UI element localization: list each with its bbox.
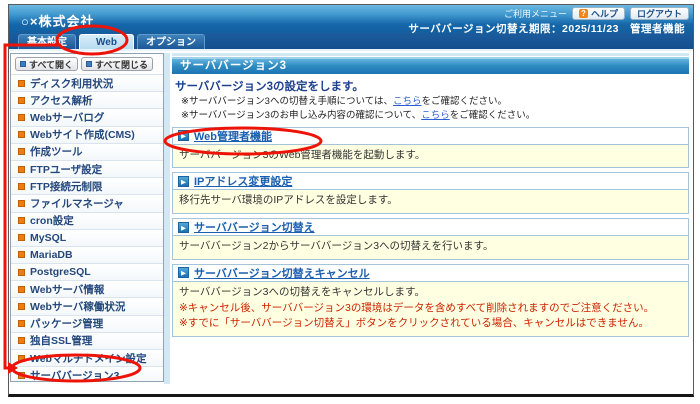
sidebar-item-package-management[interactable]: パッケージ管理 <box>11 314 163 332</box>
kochira-link-2[interactable]: こちら <box>421 110 450 121</box>
sidebar-item-web-server-log[interactable]: Webサーバログ <box>11 108 163 126</box>
version-switch-desc: サーババージョン2からサーババージョン3への切替えを行います。 <box>173 235 688 259</box>
tab-options[interactable]: オプション <box>137 34 205 49</box>
bullet-icon <box>18 217 25 225</box>
section-arrow-icon: ▶ <box>178 130 189 142</box>
main-top-strip <box>172 53 689 56</box>
sidebar-item-website-cms[interactable]: Webサイト作成(CMS) <box>11 125 163 143</box>
banner-utilities: ご利用メニュー ? ヘルプ ログアウト サーババージョン切替え期限：2025/1… <box>408 6 689 36</box>
help-button[interactable]: ? ヘルプ <box>571 6 625 20</box>
web-admin-desc: サーババージョン3のWeb管理者機能を起動します。 <box>173 143 688 168</box>
sidebar-item-web-server-info[interactable]: Webサーバ情報 <box>11 280 163 298</box>
content-area: すべて開く すべて閉じる ディスク利用状況 アクセス解析 Webサーバログ We… <box>9 51 693 394</box>
collapse-all-button[interactable]: すべて閉じる <box>81 57 154 71</box>
kochira-link-1[interactable]: こちら <box>393 96 422 107</box>
section-version-switch: ▶ サーババージョン切替え サーババージョン2からサーババージョン3への切替えを… <box>172 218 689 260</box>
bullet-icon <box>18 131 25 139</box>
ip-change-link[interactable]: IPアドレス変更設定 <box>194 173 292 189</box>
bullet-icon <box>18 285 25 293</box>
expand-all-button[interactable]: すべて開く <box>15 57 79 71</box>
sidebar-item-web-server-status[interactable]: Webサーバ稼働状況 <box>11 297 163 315</box>
expand-all-label: すべて開く <box>29 59 74 70</box>
sidebar: すべて開く すべて閉じる ディスク利用状況 アクセス解析 Webサーバログ We… <box>10 53 164 382</box>
expand-icon <box>20 61 26 67</box>
bullet-icon <box>18 148 25 156</box>
sidebar-item-mysql[interactable]: MySQL <box>11 228 163 246</box>
sidebar-item-ftp-user[interactable]: FTPユーザ設定 <box>11 159 163 178</box>
page-title: サーババージョン3 <box>172 57 689 74</box>
section-web-admin: ▶ Web管理者機能 サーババージョン3のWeb管理者機能を起動します。 <box>172 126 689 169</box>
sidebar-controls: すべて開く すべて閉じる <box>11 54 163 74</box>
app-window: ○×株式会社 ご利用メニュー ? ヘルプ ログアウト サーババージョン切替え期限… <box>8 4 694 397</box>
bullet-icon <box>18 320 25 328</box>
section-arrow-icon: ▶ <box>178 175 189 187</box>
bullet-icon <box>18 96 25 104</box>
main-panel: サーババージョン3 サーババージョン3の設定をします。 ※サーババージョン3への… <box>170 51 693 394</box>
bullet-icon <box>18 234 25 242</box>
section-arrow-icon: ▶ <box>178 221 189 233</box>
bullet-icon <box>18 199 25 207</box>
bullet-icon <box>18 251 25 259</box>
bullet-icon <box>18 337 25 345</box>
version-deadline-text: サーババージョン切替え期限：2025/11/23 管理者機能 <box>408 23 685 35</box>
version-switch-link[interactable]: サーババージョン切替え <box>194 219 315 235</box>
bullet-icon <box>18 79 25 87</box>
bullet-icon <box>18 113 25 121</box>
cancel-warning-1: ※キャンセル後、サーババージョン3の環境はデータを含めすべて削除されますのでご注… <box>179 301 655 314</box>
web-admin-link[interactable]: Web管理者機能 <box>194 128 272 144</box>
switch-cancel-desc: サーババージョン3への切替えをキャンセルします。 ※キャンセル後、サーババージョ… <box>173 280 688 337</box>
sidebar-item-file-manager[interactable]: ファイルマネージャ <box>11 194 163 212</box>
collapse-icon <box>86 61 93 67</box>
sidebar-item-cron[interactable]: cron設定 <box>11 211 163 229</box>
sidebar-item-multidomain[interactable]: Webマルチドメイン設定 <box>11 349 163 367</box>
sidebar-item-creation-tools[interactable]: 作成ツール <box>11 142 163 160</box>
bullet-icon <box>18 268 25 276</box>
cancel-warning-2: ※すでに「サーババージョン切替え」ボタンをクリックされている場合、キャンセルはで… <box>179 317 649 330</box>
logout-button[interactable]: ログアウト <box>629 6 689 20</box>
help-button-label: ヘルプ <box>590 8 618 19</box>
note-switch-procedure: ※サーババージョン3への切替え手順については、こちらをご確認ください。 <box>181 96 508 107</box>
company-logo: ○×株式会社 <box>21 14 95 29</box>
section-arrow-icon: ▶ <box>178 267 189 279</box>
section-ip-change: ▶ IPアドレス変更設定 移行先サーバ環境のIPアドレスを設定します。 <box>172 172 689 215</box>
sidebar-item-ssl-management[interactable]: 独自SSL管理 <box>11 331 163 349</box>
help-icon: ? <box>578 8 588 18</box>
bullet-icon <box>18 182 25 190</box>
bullet-icon <box>18 303 25 311</box>
sidebar-item-ftp-restriction[interactable]: FTP接続元制限 <box>11 177 163 195</box>
collapse-all-label: すべて閉じる <box>95 59 149 70</box>
sidebar-item-server-version3[interactable]: サーババージョン3 <box>11 366 163 381</box>
sidebar-item-postgresql[interactable]: PostgreSQL <box>11 263 163 281</box>
sidebar-item-access-analysis[interactable]: アクセス解析 <box>11 91 163 109</box>
page-intro: サーババージョン3の設定をします。 <box>175 81 364 93</box>
top-banner: ○×株式会社 ご利用メニュー ? ヘルプ ログアウト サーババージョン切替え期限… <box>9 5 693 36</box>
note-application-confirm: ※サーババージョン3のお申し込み内容の確認について、こちらをご確認ください。 <box>181 109 536 121</box>
tab-web[interactable]: Web <box>79 34 134 49</box>
sidebar-item-mariadb[interactable]: MariaDB <box>11 245 163 264</box>
switch-cancel-link[interactable]: サーババージョン切替えキャンセル <box>194 265 370 281</box>
usage-menu-link[interactable]: ご利用メニュー <box>504 7 567 20</box>
bullet-icon <box>18 371 25 379</box>
bullet-icon <box>18 354 25 362</box>
bullet-icon <box>18 165 25 173</box>
ip-change-desc: 移行先サーバ環境のIPアドレスを設定します。 <box>173 189 688 214</box>
section-switch-cancel: ▶ サーババージョン切替えキャンセル サーババージョン3への切替えをキャンセルし… <box>172 263 689 338</box>
tab-basic-settings[interactable]: 基本設定 <box>18 34 76 49</box>
sidebar-item-disk-usage[interactable]: ディスク利用状況 <box>11 74 163 92</box>
